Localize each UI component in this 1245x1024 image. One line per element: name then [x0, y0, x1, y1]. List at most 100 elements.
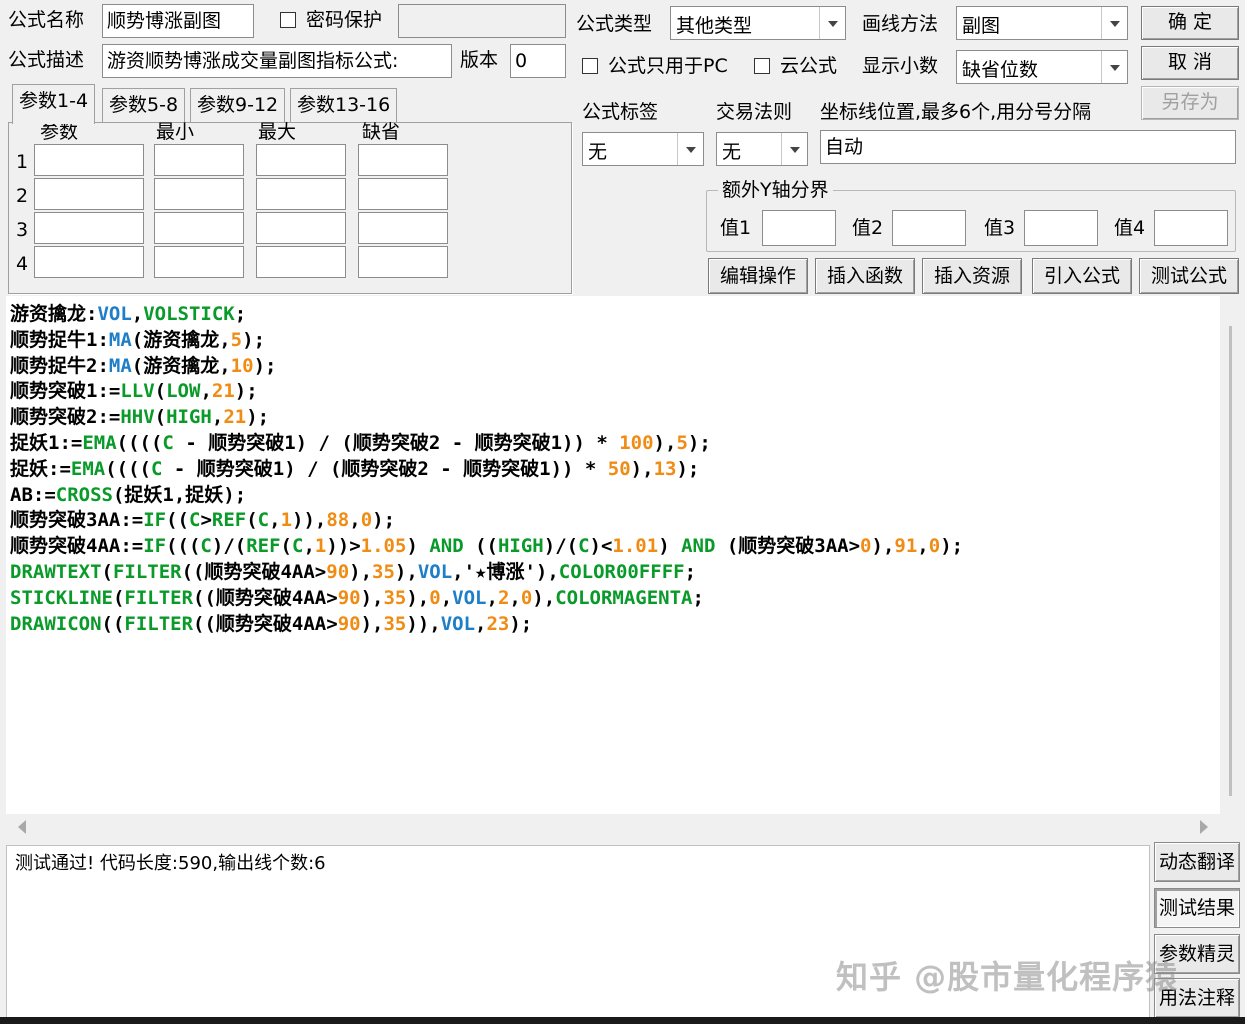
param-name-input[interactable] — [34, 212, 144, 244]
code-token: ), — [653, 431, 677, 454]
version-input[interactable]: 0 — [510, 44, 566, 78]
code-token: LLV — [120, 380, 155, 403]
edit-operations-button[interactable]: 编辑操作 — [708, 258, 808, 294]
code-token: ))> — [326, 535, 361, 558]
param-min-input[interactable] — [154, 178, 244, 210]
formula-tag-select[interactable]: 无 — [582, 132, 704, 166]
param-max-input[interactable] — [256, 246, 346, 278]
code-token: 21 — [211, 380, 235, 403]
bottom-chart-strip — [0, 1017, 1245, 1024]
code-token: ; — [692, 586, 704, 609]
code-token: 10 — [230, 354, 254, 377]
code-token: VOL — [452, 586, 487, 609]
formula-name-input[interactable]: 顺势博涨副图 — [102, 4, 254, 38]
chevron-down-icon — [781, 133, 807, 165]
value2-label: 值2 — [852, 217, 884, 239]
password-checkbox[interactable] — [280, 12, 296, 28]
insert-resource-button[interactable]: 插入资源 — [922, 258, 1022, 294]
decimal-select[interactable]: 缺省位数 — [956, 50, 1128, 84]
param-default-input[interactable] — [358, 212, 448, 244]
param-default-input[interactable] — [358, 178, 448, 210]
code-line: 游资擒龙:VOL,VOLSTICK; — [10, 302, 963, 328]
param-name-input[interactable] — [34, 246, 144, 278]
code-token: , — [211, 406, 224, 429]
ok-button[interactable]: 确 定 — [1141, 6, 1239, 40]
col-header-min: 最小 — [156, 121, 195, 143]
code-token: C — [200, 535, 212, 558]
code-token: (( — [166, 509, 189, 532]
param-min-input[interactable] — [154, 144, 244, 176]
code-token: ; — [234, 303, 247, 325]
cancel-button[interactable]: 取 消 — [1141, 46, 1239, 80]
param-name-input[interactable] — [34, 144, 144, 176]
code-token: ( — [246, 509, 258, 532]
code-token: ); — [242, 328, 266, 351]
tab-params-13-16[interactable]: 参数13-16 — [290, 88, 398, 122]
param-default-input[interactable] — [358, 144, 448, 176]
scroll-left-icon[interactable] — [18, 820, 26, 834]
code-token: ), — [406, 586, 430, 609]
param-max-input[interactable] — [256, 212, 346, 244]
value1-label: 值1 — [720, 217, 752, 239]
code-token: )), — [406, 612, 441, 635]
cloud-checkbox[interactable] — [754, 58, 770, 74]
import-formula-button[interactable]: 引入公式 — [1032, 258, 1132, 294]
code-token: 88 — [326, 509, 350, 532]
save-as-button[interactable]: 另存为 — [1141, 86, 1239, 120]
value3-input[interactable] — [1024, 210, 1098, 246]
code-line: 顺势突破2:=HHV(HIGH,21); — [10, 405, 963, 431]
code-token: ((( — [166, 535, 201, 558]
param-default-input[interactable] — [358, 246, 448, 278]
value2-input[interactable] — [892, 210, 966, 246]
code-token: DRAWICON — [10, 612, 102, 635]
dynamic-translate-button[interactable]: 动态翻译 — [1154, 842, 1240, 882]
pc-only-checkbox[interactable] — [582, 58, 598, 74]
param-name-input[interactable] — [34, 178, 144, 210]
code-text[interactable]: 游资擒龙:VOL,VOLSTICK; 顺势捉牛1:MA(游资擒龙,5); 顺势捉牛2… — [10, 302, 963, 637]
param-max-input[interactable] — [256, 178, 346, 210]
extra-y-axis-label: 额外Y轴分界 — [718, 178, 833, 202]
param-min-input[interactable] — [154, 212, 244, 244]
password-input[interactable] — [398, 4, 566, 38]
code-token: 0 — [860, 535, 872, 558]
trade-rule-label: 交易法则 — [716, 101, 793, 123]
test-result-button[interactable]: 测试结果 — [1154, 888, 1240, 928]
value4-input[interactable] — [1154, 210, 1228, 246]
tab-params-1-4[interactable]: 参数1-4 — [12, 84, 96, 124]
code-token: - 顺势突破1) / (顺势突破2 - 顺势突破1)) * — [173, 431, 620, 454]
formula-type-select[interactable]: 其他类型 — [670, 6, 846, 40]
code-token: 35 — [372, 560, 395, 583]
draw-method-value: 副图 — [962, 15, 1001, 37]
scroll-right-icon[interactable] — [1200, 820, 1208, 834]
horizontal-scrollbar[interactable] — [6, 814, 1220, 840]
tab-params-9-12[interactable]: 参数9-12 — [190, 88, 286, 122]
param-max-input[interactable] — [256, 144, 346, 176]
tab-params-5-8[interactable]: 参数5-8 — [102, 88, 186, 122]
code-token: ); — [372, 509, 396, 532]
draw-method-select[interactable]: 副图 — [956, 6, 1128, 40]
formula-desc-input[interactable]: 游资顺势博涨成交量副图指标公式: — [102, 44, 452, 78]
vertical-scrollbar[interactable] — [1220, 296, 1240, 814]
code-token: EMA — [82, 431, 117, 454]
value1-input[interactable] — [762, 210, 836, 246]
code-token: ); — [253, 354, 277, 377]
code-token: C — [578, 535, 590, 558]
trade-rule-select[interactable]: 无 — [716, 132, 808, 166]
code-editor[interactable]: 游资擒龙:VOL,VOLSTICK; 顺势捉牛1:MA(游资擒龙,5); 顺势捉牛2… — [6, 296, 1220, 814]
code-token: )/( — [211, 535, 247, 558]
insert-function-button[interactable]: 插入函数 — [815, 258, 915, 294]
code-token: FILTER — [124, 612, 194, 635]
test-formula-button[interactable]: 测试公式 — [1139, 258, 1239, 294]
axis-position-input[interactable]: 自动 — [820, 130, 1236, 164]
code-token: AB:= — [10, 483, 56, 506]
code-token: , — [475, 612, 487, 635]
code-token: 90 — [326, 560, 350, 583]
code-token: ), — [349, 560, 373, 583]
param-min-input[interactable] — [154, 246, 244, 278]
code-token: HIGH — [497, 535, 544, 558]
code-token: CROSS — [55, 483, 113, 506]
cloud-label: 云公式 — [780, 55, 838, 77]
code-token: 21 — [223, 406, 247, 429]
scroll-thumb[interactable] — [1229, 326, 1232, 796]
code-token: C — [188, 509, 201, 532]
